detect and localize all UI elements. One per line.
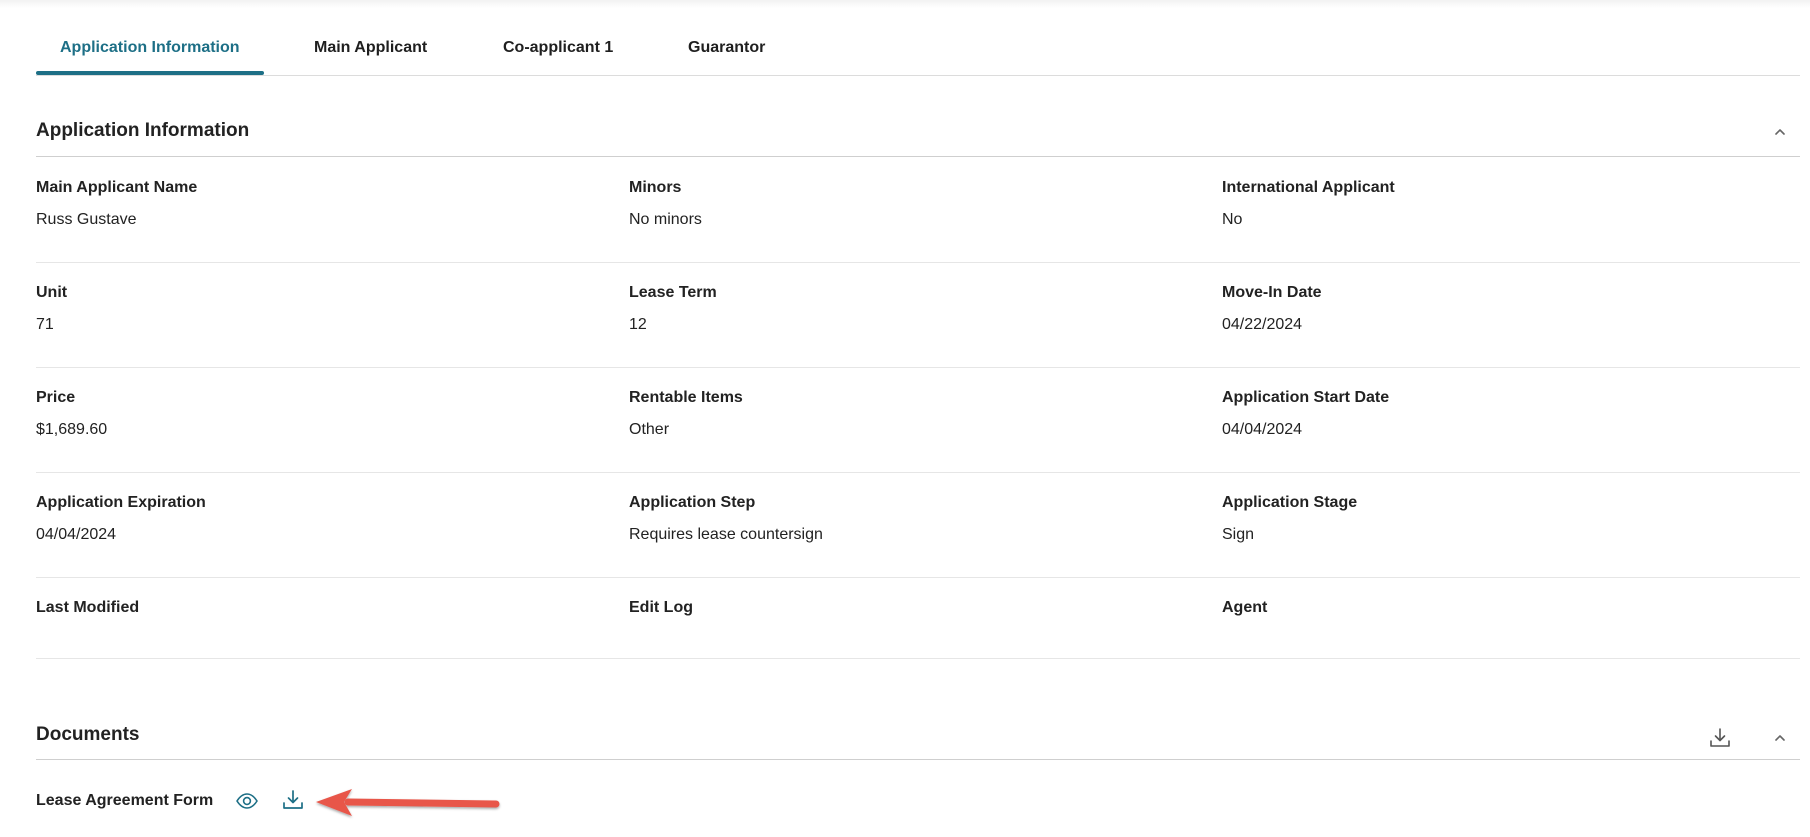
- document-name: Lease Agreement Form: [36, 792, 214, 809]
- field-label: Application Expiration: [36, 494, 206, 511]
- field-label: Last Modified: [36, 599, 140, 616]
- field-application-step: Application Step Requires lease counters…: [629, 473, 1189, 577]
- download-icon[interactable]: [280, 787, 306, 813]
- tab-co-applicant-1[interactable]: Co-applicant 1: [503, 38, 613, 75]
- red-arrow: [316, 789, 500, 816]
- field-label: Application Stage: [1222, 494, 1358, 511]
- field-label: Application Start Date: [1222, 389, 1390, 406]
- field-label: Application Step: [629, 494, 756, 511]
- field-last-modified: Last Modified: [36, 578, 596, 658]
- field-label: Lease Term: [629, 284, 717, 301]
- field-lease-term: Lease Term 12: [629, 263, 1189, 367]
- info-row: Unit 71 Lease Term 12 Move-In Date 04/22…: [36, 263, 1800, 368]
- eye-icon[interactable]: [234, 788, 260, 814]
- field-value: 04/04/2024: [36, 526, 117, 543]
- documents-header[interactable]: Documents: [36, 714, 1800, 760]
- field-application-stage: Application Stage Sign: [1222, 473, 1782, 577]
- tab-guarantor[interactable]: Guarantor: [688, 38, 765, 75]
- field-value: Sign: [1222, 526, 1255, 543]
- field-unit: Unit 71: [36, 263, 596, 367]
- field-application-start-date: Application Start Date 04/04/2024: [1222, 368, 1782, 472]
- field-value: 04/04/2024: [1222, 421, 1303, 438]
- tab-bar: Application Information Main Applicant C…: [36, 0, 1800, 76]
- field-application-expiration: Application Expiration 04/04/2024: [36, 473, 596, 577]
- field-value: $1,689.60: [36, 421, 108, 438]
- field-value: No: [1222, 211, 1243, 228]
- field-rentable-items: Rentable Items Other: [629, 368, 1189, 472]
- field-price: Price $1,689.60: [36, 368, 596, 472]
- download-all-icon[interactable]: [1707, 725, 1733, 751]
- field-value: 71: [36, 316, 54, 333]
- info-row: Main Applicant Name Russ Gustave Minors …: [36, 158, 1800, 263]
- field-label: Unit: [36, 284, 68, 301]
- field-label: Main Applicant Name: [36, 179, 198, 196]
- field-label: Edit Log: [629, 599, 693, 616]
- tab-main-applicant[interactable]: Main Applicant: [314, 38, 427, 75]
- field-main-applicant-name: Main Applicant Name Russ Gustave: [36, 158, 596, 262]
- field-value: 12: [629, 316, 647, 333]
- field-value: Other: [629, 421, 670, 438]
- field-move-in-date: Move-In Date 04/22/2024: [1222, 263, 1782, 367]
- field-value: 04/22/2024: [1222, 316, 1303, 333]
- chevron-up-icon[interactable]: [1770, 728, 1790, 748]
- application-info-header[interactable]: Application Information: [36, 110, 1800, 157]
- section-title: Documents: [36, 724, 140, 745]
- field-label: Rentable Items: [629, 389, 743, 406]
- field-value: No minors: [629, 211, 702, 228]
- field-value: Russ Gustave: [36, 211, 137, 228]
- field-agent: Agent: [1222, 578, 1782, 658]
- field-edit-log: Edit Log: [629, 578, 1189, 658]
- active-tab-indicator: [36, 71, 264, 75]
- field-label: International Applicant: [1222, 179, 1395, 196]
- field-value: Requires lease countersign: [629, 526, 823, 543]
- field-international-applicant: International Applicant No: [1222, 158, 1782, 262]
- field-minors: Minors No minors: [629, 158, 1189, 262]
- info-row: Price $1,689.60 Rentable Items Other App…: [36, 368, 1800, 473]
- section-title: Application Information: [36, 120, 250, 141]
- chevron-up-icon[interactable]: [1770, 122, 1790, 142]
- field-label: Price: [36, 389, 76, 406]
- tab-application-information[interactable]: Application Information: [60, 38, 240, 75]
- field-label: Minors: [629, 179, 682, 196]
- field-label: Agent: [1222, 599, 1268, 616]
- info-row: Last Modified Edit Log Agent: [36, 578, 1800, 659]
- info-row: Application Expiration 04/04/2024 Applic…: [36, 473, 1800, 578]
- field-label: Move-In Date: [1222, 284, 1322, 301]
